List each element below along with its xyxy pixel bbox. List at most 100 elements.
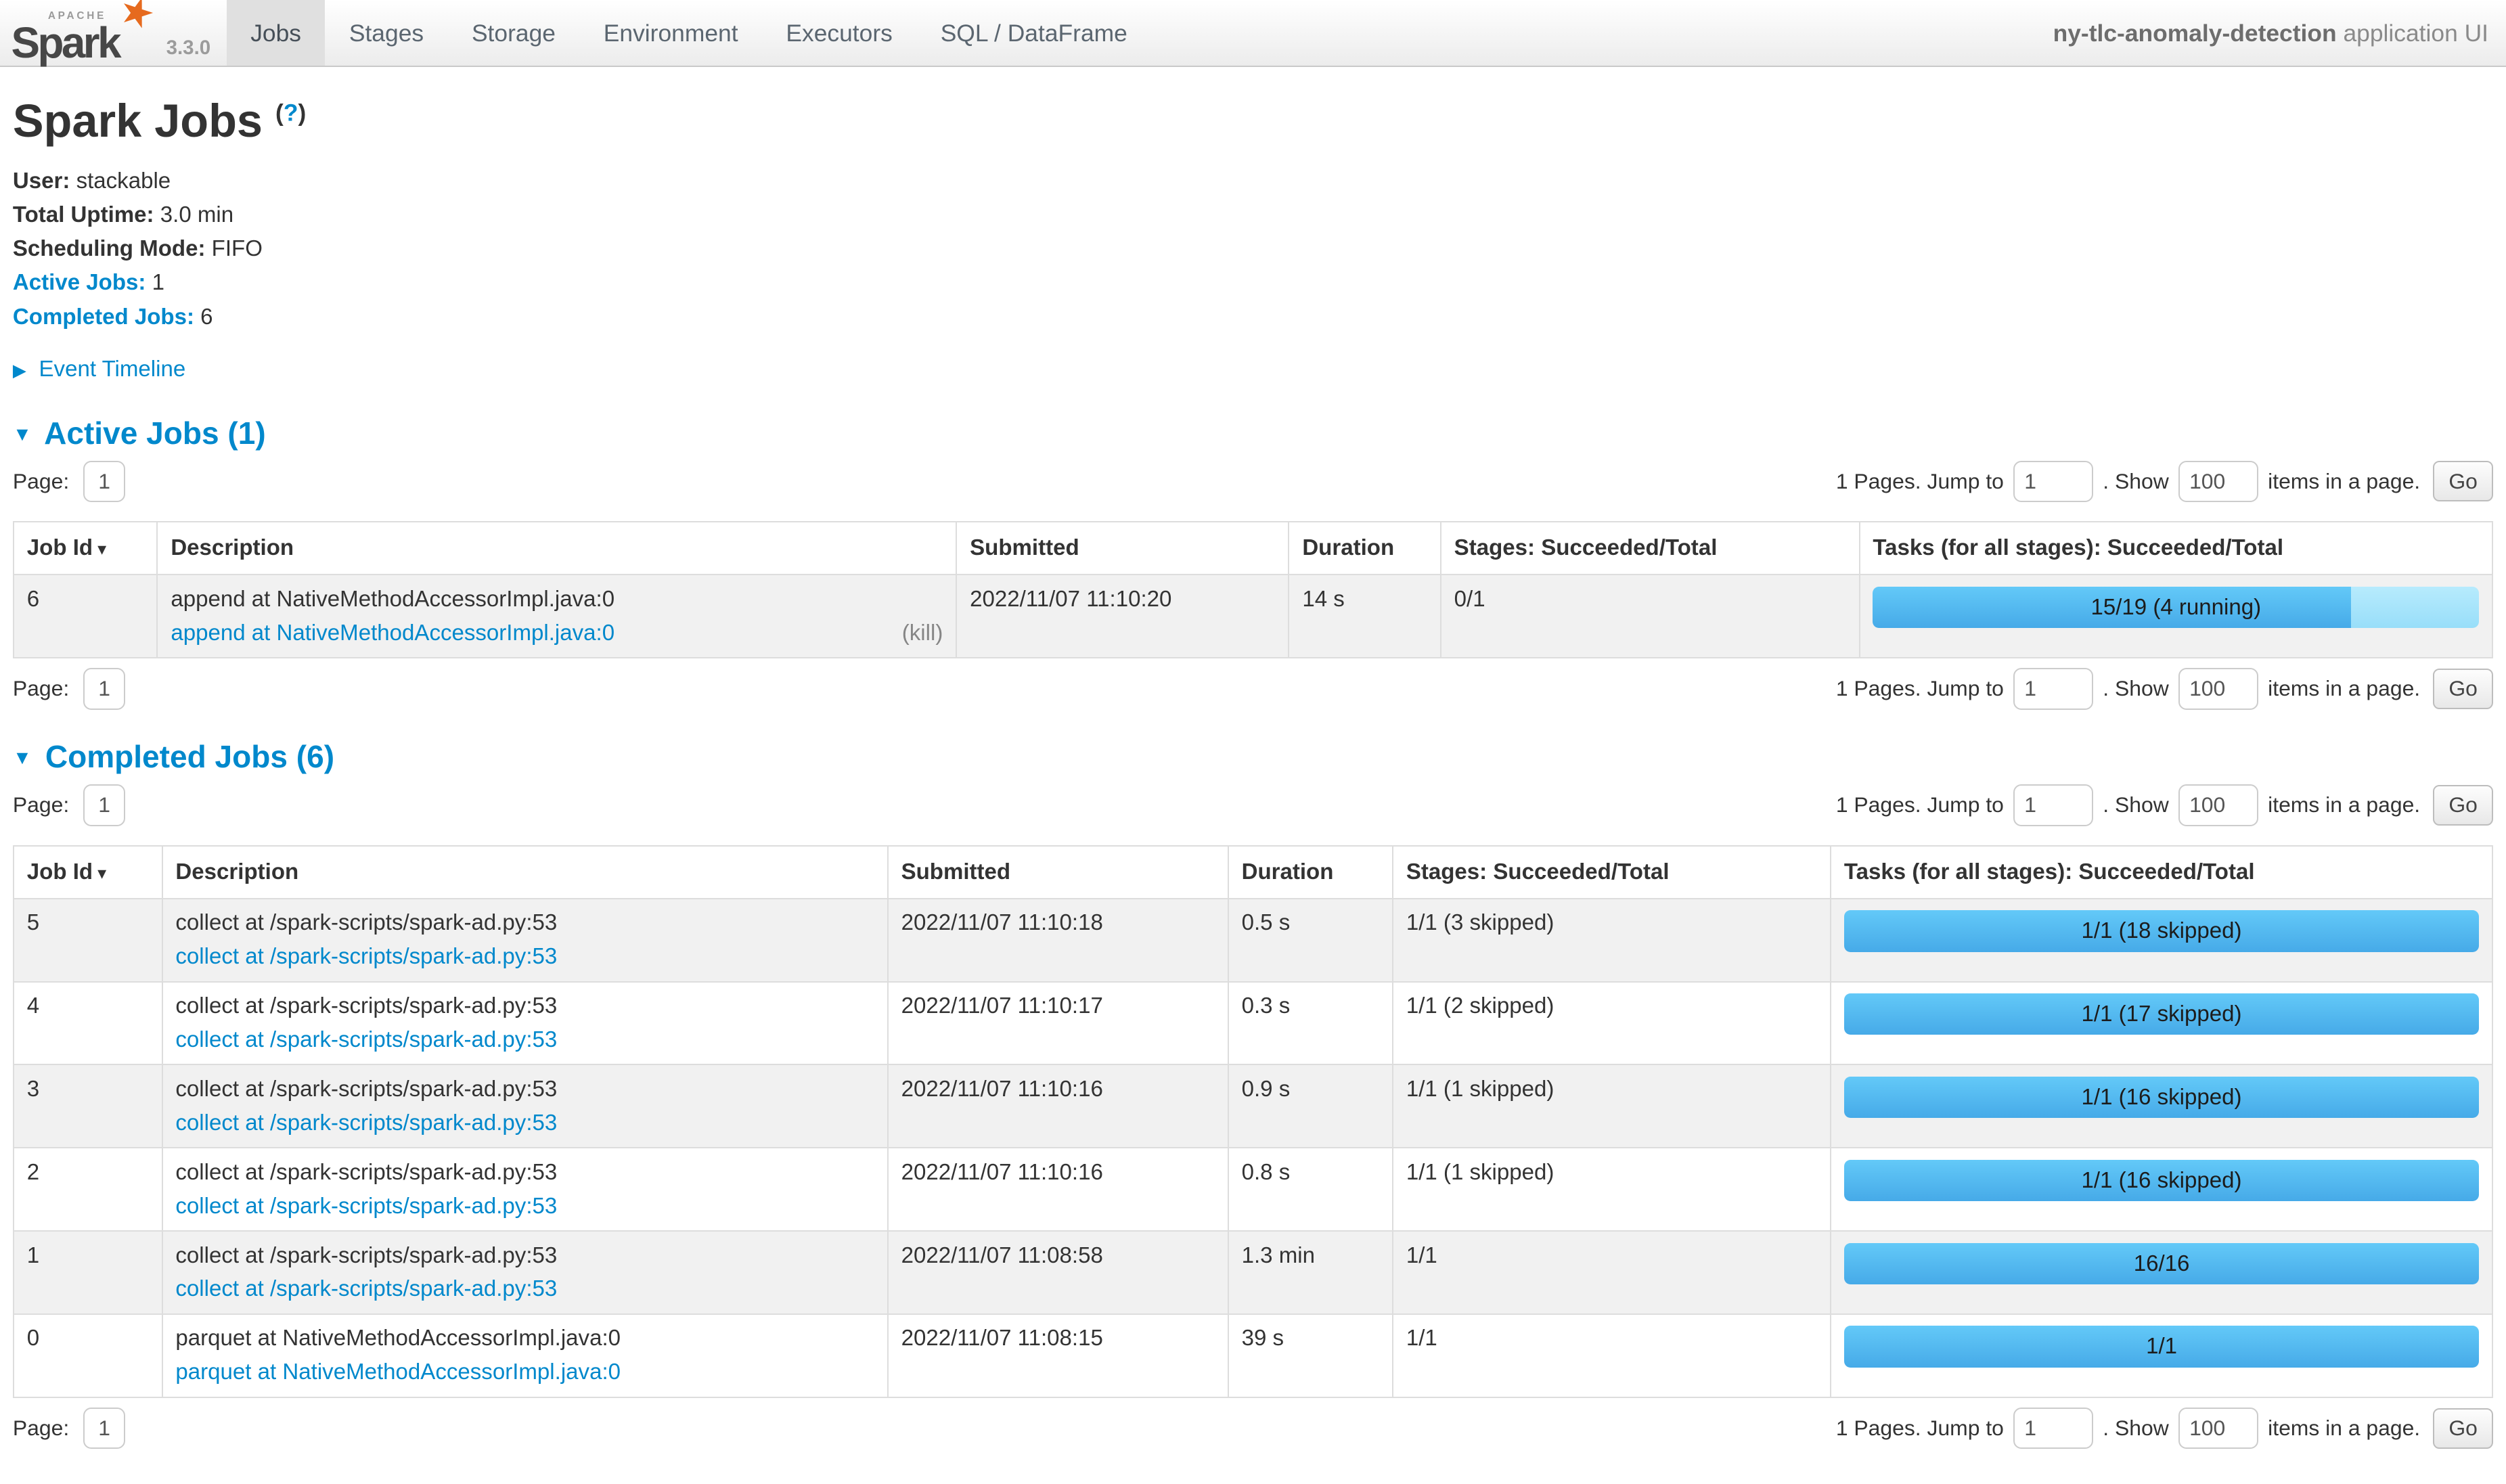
go-button[interactable]: Go — [2433, 669, 2493, 709]
column-header-label: Duration — [1302, 535, 1394, 560]
show-count-input[interactable] — [2178, 1408, 2258, 1449]
page-number-input[interactable] — [83, 461, 125, 502]
job-description-text: collect at /spark-scripts/spark-ad.py:53 — [175, 1077, 874, 1102]
user-label: User: — [13, 168, 70, 194]
column-header-label: Tasks (for all stages): Succeeded/Total — [1873, 535, 2283, 560]
column-header-stages-succeeded-total[interactable]: Stages: Succeeded/Total — [1441, 522, 1860, 575]
event-timeline-toggle[interactable]: ▶ Event Timeline — [13, 357, 2493, 382]
column-header-label: Tasks (for all stages): Succeeded/Total — [1844, 859, 2255, 884]
completed-jobs-link[interactable]: Completed Jobs: — [13, 305, 194, 330]
job-description-link[interactable]: collect at /spark-scripts/spark-ad.py:53 — [175, 1194, 557, 1219]
go-button[interactable]: Go — [2433, 785, 2493, 826]
job-description-link[interactable]: collect at /spark-scripts/spark-ad.py:53 — [175, 944, 557, 969]
column-header-submitted[interactable]: Submitted — [888, 846, 1228, 899]
show-label: . Show — [2103, 1416, 2168, 1441]
application-title-suffix: application UI — [2343, 20, 2488, 47]
job-description-cell: parquet at NativeMethodAccessorImpl.java… — [162, 1314, 888, 1397]
tasks-progress-bar: 1/1 (17 skipped) — [1844, 993, 2479, 1035]
tab-storage[interactable]: Storage — [448, 0, 580, 66]
jump-to-input[interactable] — [2013, 1408, 2093, 1449]
items-per-page-label: items in a page. — [2268, 469, 2420, 494]
job-stages-cell: 1/1 — [1393, 1231, 1831, 1314]
job-description-link[interactable]: collect at /spark-scripts/spark-ad.py:53 — [175, 1027, 557, 1052]
help-tooltip-icon[interactable]: (?) — [275, 99, 306, 127]
page-number-input[interactable] — [83, 1408, 125, 1449]
column-header-description[interactable]: Description — [157, 522, 956, 575]
job-submitted-cell: 2022/11/07 11:10:16 — [888, 1064, 1228, 1148]
job-stages-cell: 0/1 — [1441, 575, 1860, 658]
completed-jobs-header[interactable]: ▼ Completed Jobs (6) — [13, 738, 2493, 775]
job-description-text: collect at /spark-scripts/spark-ad.py:53 — [175, 993, 874, 1019]
active-jobs-link[interactable]: Active Jobs: — [13, 270, 146, 295]
tab-executors[interactable]: Executors — [762, 0, 916, 66]
column-header-duration[interactable]: Duration — [1289, 522, 1440, 575]
spark-logo[interactable]: APACHE Spark ★ 3.3.0 — [0, 0, 227, 66]
column-header-submitted[interactable]: Submitted — [956, 522, 1289, 575]
page-number-input[interactable] — [83, 668, 125, 709]
job-row: 2collect at /spark-scripts/spark-ad.py:5… — [14, 1148, 2492, 1231]
page-title-text: Spark Jobs — [13, 95, 263, 147]
tab-stages[interactable]: Stages — [325, 0, 447, 66]
column-header-job-id[interactable]: Job Id▾ — [14, 522, 158, 575]
tab-sql-dataframe[interactable]: SQL / DataFrame — [916, 0, 1151, 66]
page-content: Spark Jobs (?) User: stackable Total Upt… — [0, 94, 2506, 1484]
go-button[interactable]: Go — [2433, 461, 2493, 501]
column-header-stages-succeeded-total[interactable]: Stages: Succeeded/Total — [1393, 846, 1831, 899]
jump-to-input[interactable] — [2013, 668, 2093, 709]
column-header-job-id[interactable]: Job Id▾ — [14, 846, 162, 899]
column-header-description[interactable]: Description — [162, 846, 888, 899]
column-header-label: Job Id — [27, 859, 93, 884]
job-description-cell: append at NativeMethodAccessorImpl.java:… — [157, 575, 956, 658]
spark-logo-text: Spark — [12, 18, 119, 68]
expand-arrow-icon: ▶ — [13, 360, 26, 380]
job-submitted-cell: 2022/11/07 11:10:17 — [888, 982, 1228, 1065]
page-label: Page: — [13, 1416, 69, 1441]
column-header-tasks-for-all-stages-succeeded-total[interactable]: Tasks (for all stages): Succeeded/Total — [1831, 846, 2492, 899]
collapse-arrow-icon: ▼ — [13, 747, 32, 769]
tasks-progress-bar: 1/1 (16 skipped) — [1844, 1077, 2479, 1118]
pagination-bar: Page:1 Pages. Jump to. Show items in a p… — [13, 461, 2493, 502]
jump-to-input[interactable] — [2013, 461, 2093, 502]
column-header-tasks-for-all-stages-succeeded-total[interactable]: Tasks (for all stages): Succeeded/Total — [1860, 522, 2493, 575]
completed-jobs-table-body: 5collect at /spark-scripts/spark-ad.py:5… — [14, 899, 2492, 1397]
job-id-cell: 3 — [14, 1064, 162, 1148]
pagination-controls: 1 Pages. Jump to. Show items in a page.G… — [1836, 461, 2493, 502]
tasks-progress-label: 1/1 — [1844, 1326, 2479, 1367]
active-jobs-header[interactable]: ▼ Active Jobs (1) — [13, 415, 2493, 451]
page-label: Page: — [13, 792, 69, 817]
pagination-controls: 1 Pages. Jump to. Show items in a page.G… — [1836, 1408, 2493, 1449]
page-number-input[interactable] — [83, 784, 125, 826]
kill-link[interactable]: (kill) — [902, 621, 943, 646]
job-tasks-cell: 1/1 (17 skipped) — [1831, 982, 2492, 1065]
job-row: 1collect at /spark-scripts/spark-ad.py:5… — [14, 1231, 2492, 1314]
completed-jobs-table: Job Id▾DescriptionSubmittedDurationStage… — [13, 845, 2493, 1398]
active-jobs-table-head: Job Id▾DescriptionSubmitted Duration Stage… — [14, 522, 2492, 575]
spark-version: 3.3.0 — [166, 37, 211, 60]
job-description-cell: collect at /spark-scripts/spark-ad.py:53… — [162, 982, 888, 1065]
job-duration-cell: 0.8 s — [1228, 1148, 1393, 1231]
tab-environment[interactable]: Environment — [579, 0, 762, 66]
spark-logo-image: APACHE Spark ★ — [9, 0, 134, 66]
tab-jobs[interactable]: Jobs — [227, 0, 326, 66]
job-description-link[interactable]: append at NativeMethodAccessorImpl.java:… — [171, 621, 614, 646]
show-count-input[interactable] — [2178, 461, 2258, 502]
job-duration-cell: 0.9 s — [1228, 1064, 1393, 1148]
show-count-input[interactable] — [2178, 784, 2258, 826]
job-description-text: collect at /spark-scripts/spark-ad.py:53 — [175, 1160, 874, 1186]
jump-to-input[interactable] — [2013, 784, 2093, 826]
job-description-link[interactable]: parquet at NativeMethodAccessorImpl.java… — [175, 1359, 621, 1385]
go-button[interactable]: Go — [2433, 1408, 2493, 1449]
pages-jump-label: 1 Pages. Jump to — [1836, 792, 2004, 817]
job-id-cell: 6 — [14, 575, 158, 658]
tasks-progress-label: 1/1 (17 skipped) — [1844, 993, 2479, 1035]
page-label: Page: — [13, 676, 69, 701]
job-description-link[interactable]: collect at /spark-scripts/spark-ad.py:53 — [175, 1110, 557, 1136]
tasks-progress-label: 15/19 (4 running) — [1873, 587, 2479, 628]
job-description-link[interactable]: collect at /spark-scripts/spark-ad.py:53 — [175, 1276, 557, 1301]
job-submitted-cell: 2022/11/07 11:08:58 — [888, 1231, 1228, 1314]
show-count-input[interactable] — [2178, 668, 2258, 709]
column-header-duration[interactable]: Duration — [1228, 846, 1393, 899]
pages-jump-label: 1 Pages. Jump to — [1836, 1416, 2004, 1441]
active-jobs-count: 1 — [152, 270, 164, 295]
job-tasks-cell: 1/1 (16 skipped) — [1831, 1064, 2492, 1148]
